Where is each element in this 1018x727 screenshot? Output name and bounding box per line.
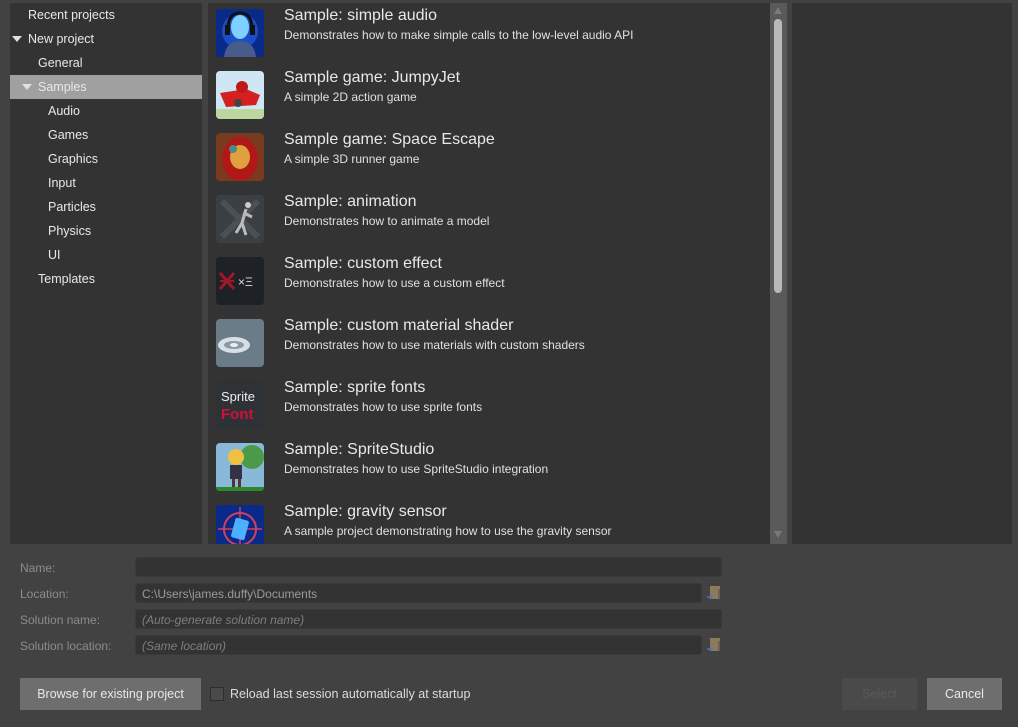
tree-item-label: Templates [38,272,95,286]
sample-title: Sample: animation [284,193,417,210]
sample-title: Sample: simple audio [284,7,437,24]
browse-existing-project-button[interactable]: Browse for existing project [20,678,201,710]
tree-item-general[interactable]: General [10,51,202,75]
expand-arrow-icon[interactable] [22,84,32,90]
scrollbar-thumb[interactable] [774,19,782,293]
sample-title: Sample game: JumpyJet [284,69,461,86]
tree-item-samples[interactable]: Samples [10,75,202,99]
svg-text:Sprite: Sprite [221,389,255,404]
tree-item-recent-projects[interactable]: Recent projects [10,3,202,27]
anime-character-icon [216,443,264,491]
tree-item-ui[interactable]: UI [10,243,202,267]
solution-location-label: Solution location: [20,639,112,653]
xenko-logo-icon: ×Ξ [216,257,264,305]
tree-item-label: Input [48,176,76,190]
animated-model-icon [216,195,264,243]
tree-item-graphics[interactable]: Graphics [10,147,202,171]
expand-arrow-icon[interactable] [12,36,22,42]
browse-folder-icon[interactable] [707,637,721,653]
tree-item-label: Graphics [48,152,99,166]
sample-title: Sample game: Space Escape [284,131,495,148]
red-jet-icon [216,71,264,119]
location-label: Location: [20,587,69,601]
browse-folder-icon[interactable] [707,585,721,601]
tree-item-templates[interactable]: Templates [10,267,202,291]
sample-list-item[interactable]: Sample game: JumpyJet A simple 2D action … [208,65,770,127]
tree-item-label: New project [28,32,94,46]
tree-item-label: Games [48,128,89,142]
name-input[interactable] [135,557,722,577]
sample-description: Demonstrates how to animate a model [284,214,490,228]
description-panel [792,3,1012,544]
sample-list-item[interactable]: Sample: animation Demonstrates how to ani… [208,189,770,251]
sample-title: Sample: custom effect [284,255,442,272]
solution-name-input[interactable]: (Auto-generate solution name) [135,609,722,629]
sample-list: Sample: simple audio Demonstrates how to … [208,3,770,544]
sample-title: Sample: gravity sensor [284,503,447,520]
sample-title: Sample: SpriteStudio [284,441,435,458]
sample-description: Demonstrates how to use a custom effect [284,276,505,290]
sample-title: Sample: sprite fonts [284,379,426,396]
sample-list-item[interactable]: Sample: gravity sensor A sample project d… [208,499,770,544]
svg-text:×Ξ: ×Ξ [238,275,253,289]
sample-list-scrollbar[interactable] [770,3,787,544]
sample-list-item[interactable]: Sample: custom material shader Demonstrat… [208,313,770,375]
sample-list-item[interactable]: ×Ξ Sample: custom effect Demonstrates how … [208,251,770,313]
scroll-up-arrow-icon[interactable] [774,7,782,14]
sample-list-item[interactable]: Sample game: Space Escape A simple 3D run… [208,127,770,189]
tree-item-label: UI [48,248,61,262]
tree-item-new-project[interactable]: New project [10,27,202,51]
tree-item-label: Recent projects [28,8,115,22]
scroll-down-arrow-icon[interactable] [774,531,782,538]
reload-session-checkbox[interactable] [210,687,224,701]
name-label: Name: [20,561,56,575]
sample-list-item[interactable]: Sample: SpriteStudio Demonstrates how to … [208,437,770,499]
tree-item-label: Samples [38,80,87,94]
location-input[interactable]: C:\Users\james.duffy\Documents [135,583,702,603]
sample-description: Demonstrates how to use sprite fonts [284,400,483,414]
red-helmet-icon [216,133,264,181]
headphones-robot-icon [216,9,264,57]
tree-item-label: Audio [48,104,80,118]
sample-description: Demonstrates how to use SpriteStudio int… [284,462,549,476]
svg-text:Font: Font [221,406,253,423]
sample-title: Sample: custom material shader [284,317,514,334]
tree-item-label: Particles [48,200,96,214]
category-tree: Recent projects New project General Samples… [10,3,202,544]
water-shader-icon [216,319,264,367]
sample-description: Demonstrates how to use materials with c… [284,338,585,352]
tree-item-particles[interactable]: Particles [10,195,202,219]
reload-session-label[interactable]: Reload last session automatically at sta… [230,687,470,701]
sample-description: Demonstrates how to make simple calls to… [284,28,634,42]
tree-item-label: Physics [48,224,92,238]
tree-item-audio[interactable]: Audio [10,99,202,123]
sprite-font-icon: Sprite Font [216,381,264,429]
solution-location-input[interactable]: (Same location) [135,635,702,655]
tree-item-label: General [38,56,83,70]
sample-description: A simple 3D runner game [284,152,420,166]
tree-item-input[interactable]: Input [10,171,202,195]
sample-list-item[interactable]: Sprite Font Sample: sprite fonts Demonstrat… [208,375,770,437]
cancel-button[interactable]: Cancel [927,678,1002,710]
tree-item-games[interactable]: Games [10,123,202,147]
tree-item-physics[interactable]: Physics [10,219,202,243]
sample-description: A sample project demonstrating how to us… [284,524,612,538]
solution-name-label: Solution name: [20,613,101,627]
sample-description: A simple 2D action game [284,90,417,104]
sample-list-item[interactable]: Sample: simple audio Demonstrates how to … [208,3,770,65]
gravity-compass-icon [216,505,264,544]
select-button[interactable]: Select [842,678,917,710]
